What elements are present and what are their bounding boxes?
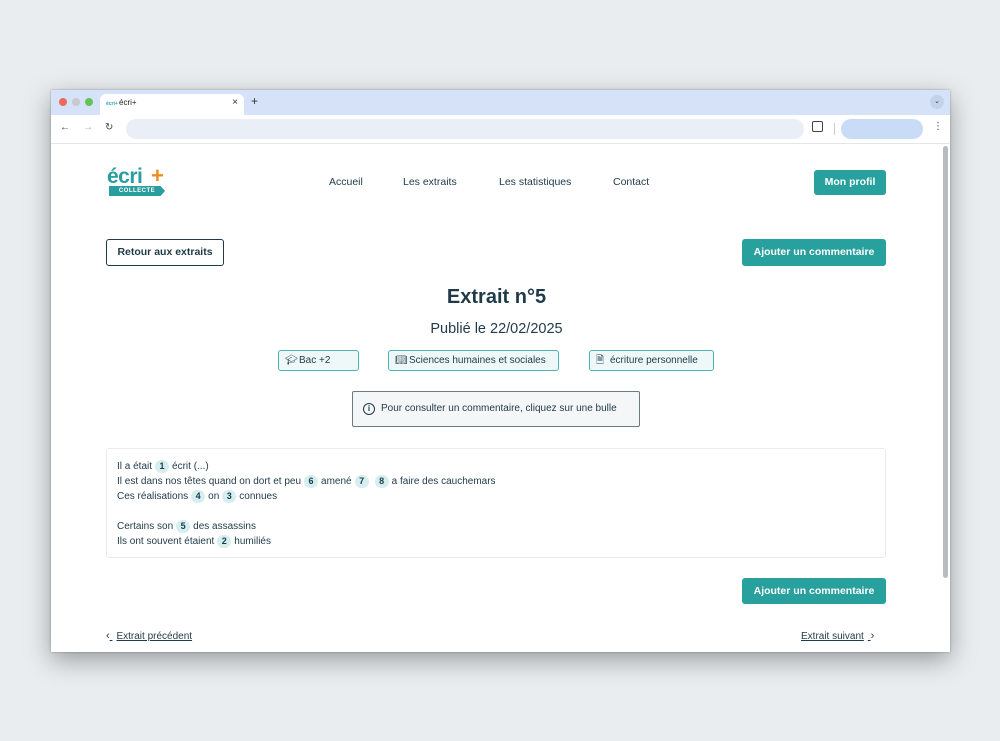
tab-strip: écri+ écri+ × + ⌄ [51,90,950,115]
logo-wordmark: écri [107,165,143,188]
extract-text-segment: humiliés [234,536,271,547]
comment-bubble[interactable]: 3 [222,490,237,503]
close-window-button[interactable] [59,98,67,106]
extract-text-segment: connues [239,491,278,502]
nav-les-extraits[interactable]: Les extraits [403,176,457,188]
page-title: Extrait n°5 [446,286,547,308]
toolbar-divider [834,123,835,135]
back-icon[interactable]: ← [60,122,70,133]
reload-icon[interactable]: ↻ [105,122,113,133]
comment-bubble[interactable]: 7 [354,475,369,488]
publish-date: Publié le 22/02/2025 [430,321,563,337]
extract-text-segment: Certains son [117,521,174,532]
extract-text-segment: a faire des cauchemars [391,476,496,487]
book-icon: 📖︎ [395,355,408,366]
info-text: Pour consulter un commentaire, cliquez s… [381,403,617,414]
address-bar[interactable] [126,119,804,139]
extract-text-segment: des assassins [193,521,256,532]
previous-extract-link[interactable]: ‹ Extrait précédent [106,630,192,642]
window-controls [59,98,93,106]
chevron-right-icon: › [870,630,875,642]
back-to-extracts-button[interactable]: Retour aux extraits [106,239,224,266]
comment-bubble[interactable]: 8 [374,475,389,488]
next-extract-label: Extrait suivant [801,631,864,642]
comment-bubble[interactable]: 2 [217,535,232,548]
extract-text-segment: Ils ont souvent étaient [117,536,215,547]
forward-icon[interactable]: → [83,122,93,133]
new-tab-icon[interactable]: + [251,94,258,108]
add-comment-button-top[interactable]: Ajouter un commentaire [742,239,886,266]
browser-tab[interactable]: écri+ écri+ × [100,94,244,115]
profile-button[interactable]: Mon profil [814,170,886,195]
info-icon: i [363,403,375,415]
nav-contact[interactable]: Contact [613,176,649,188]
chevron-left-icon: ‹ [106,630,110,642]
extract-text: Il a était 1 écrit (...) Il est dans nos tê… [106,448,886,558]
nav-accueil[interactable]: Accueil [329,176,363,188]
favicon-icon: écri+ [106,101,118,107]
extensions-icon[interactable] [812,121,823,132]
extract-text-segment: Il a était [117,461,153,472]
close-tab-icon[interactable]: × [232,97,238,108]
info-notice: i Pour consulter un commentaire, cliquez… [352,391,640,427]
page-viewport: écri + COLLECTE Accueil Les extraits Les… [51,144,950,652]
tab-search-icon[interactable]: ⌄ [930,95,944,109]
comment-bubble[interactable]: 6 [304,475,319,488]
add-comment-button-bottom[interactable]: Ajouter un commentaire [742,578,886,604]
extract-line: Ils ont souvent étaient 2 humiliés [117,534,875,549]
extract-line: Ces réalisations 4 on 3 connues [117,489,875,504]
browser-window: écri+ écri+ × + ⌄ ← → ↻ ⋮ écri + COLLECT… [51,90,950,652]
chip-label: écriture personnelle [610,355,698,366]
comment-bubble[interactable]: 1 [155,460,170,473]
extract-text-segment: Ces réalisations [117,491,189,502]
previous-extract-label: Extrait précédent [116,631,193,642]
document-icon: 🗎 [596,355,605,366]
chip-genre: 🗎 écriture personnelle [589,350,714,371]
graduation-cap-icon: 🎓︎ [285,355,298,366]
comment-bubble[interactable]: 5 [176,520,191,533]
chip-discipline: 📖︎ Sciences humaines et sociales [388,350,559,371]
chip-label: Sciences humaines et sociales [409,355,546,366]
chip-level: 🎓︎ Bac +2 [278,350,359,371]
logo-tagline: COLLECTE [109,186,165,196]
maximize-window-button[interactable] [85,98,93,106]
browser-profile-button[interactable] [841,119,923,139]
extract-line: Il est dans nos têtes quand on dort et p… [117,474,875,489]
extract-text-segment: écrit (...) [172,461,209,472]
tab-title: écri+ [119,98,137,107]
next-extract-link[interactable]: Extrait suivant › [801,630,874,642]
site-logo[interactable]: écri + COLLECTE [107,163,167,198]
extract-text-segment: amené [321,476,352,487]
logo-plus-icon: + [151,163,164,188]
extract-text-segment: Il est dans nos têtes quand on dort et p… [117,476,302,487]
browser-toolbar: ← → ↻ ⋮ [51,115,950,144]
browser-menu-icon[interactable]: ⋮ [933,121,943,132]
nav-les-statistiques[interactable]: Les statistiques [499,176,571,188]
extract-line: Certains son 5 des assassins [117,519,875,534]
minimize-window-button[interactable] [72,98,80,106]
extract-line: Il a était 1 écrit (...) [117,459,875,474]
chip-label: Bac +2 [299,355,331,366]
extract-text-segment: on [208,491,220,502]
comment-bubble[interactable]: 4 [191,490,206,503]
scrollbar-thumb[interactable] [943,146,948,578]
